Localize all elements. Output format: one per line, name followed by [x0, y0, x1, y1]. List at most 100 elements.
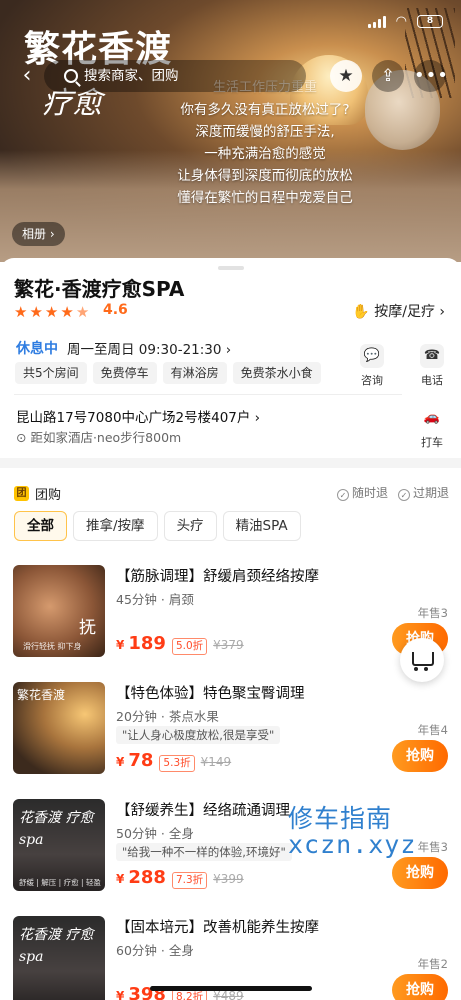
facility-tag: 共5个房间 — [15, 362, 87, 384]
battery-icon: 8 — [417, 15, 443, 28]
signal-icon — [367, 15, 386, 28]
deal-item[interactable]: 抚 滑行轻抚 抑下身 【筋脉调理】舒缓肩颈经络按摩 45分钟 · 肩颈 ¥189… — [0, 565, 461, 683]
review-quote: "给我一种不一样的体验,环境好" — [116, 843, 292, 861]
phone-icon: ☎ — [420, 344, 444, 368]
check-circle-icon: ✓ — [397, 489, 410, 501]
deal-price: 78 — [128, 750, 154, 771]
deal-price: 189 — [128, 633, 166, 654]
category-label: 按摩/足疗 › — [374, 304, 445, 320]
star-icon: ★ — [44, 303, 59, 321]
deal-price: 288 — [128, 867, 166, 888]
shop-title: 繁花·香渡疗愈SPA — [14, 277, 185, 301]
poem-line: 让身体得到深度而彻底的放松 — [177, 168, 353, 184]
currency-symbol: ¥ — [116, 872, 125, 886]
distance-text: 距如家酒店·neo步行800m — [30, 430, 182, 445]
call-button[interactable]: ☎ 电话 — [412, 344, 452, 388]
refund-policies: ✓ 随时退 ✓ 过期退 — [336, 484, 449, 501]
chat-icon: 💬 — [360, 344, 384, 368]
deal-item[interactable]: 繁花香渡 【特色体验】特色聚宝臀调理 20分钟 · 茶点水果 "让人身心极度放松… — [0, 682, 461, 800]
consult-button[interactable]: 💬 咨询 — [352, 344, 392, 388]
rating-score: 4.6 — [103, 302, 128, 318]
deal-title: 【固本培元】改善机能养生按摩 — [116, 920, 319, 936]
discount-badge: 5.0折 — [171, 638, 208, 655]
consult-label: 咨询 — [361, 374, 383, 387]
star-icon: ★ — [75, 303, 90, 321]
hero-banner[interactable]: 繁花香渡 疗愈 生活工作压力重重 你有多久没有真正放松过了? 深度而缓慢的舒压手… — [0, 0, 461, 262]
annual-sales: 年售3 — [417, 840, 448, 854]
drag-handle[interactable] — [218, 266, 244, 270]
facility-tag: 有淋浴房 — [162, 362, 227, 384]
more-icon: ••• — [414, 65, 449, 86]
category-link[interactable]: ✋ 按摩/足疗 › — [352, 301, 445, 321]
favorite-button[interactable]: ★ — [330, 60, 362, 92]
deal-thumbnail: 花香渡 疗愈spa 舒缓 | 解压 | 疗愈 | 轻盈 — [13, 799, 105, 891]
annual-sales: 年售2 — [417, 957, 448, 971]
star-icon: ★ — [338, 66, 354, 86]
thumb-caption: 舒缓 | 解压 | 疗愈 | 轻盈 — [19, 878, 101, 887]
back-button[interactable]: ‹ — [12, 62, 42, 92]
taxi-button[interactable]: 🚗 打车 — [412, 406, 452, 450]
poem-line: 懂得在繁忙的日程中宠爱自己 — [177, 190, 353, 206]
policy-label: 随时退 — [351, 486, 388, 500]
policy-anytime-refund: ✓ 随时退 — [336, 484, 388, 501]
poem-line: 深度而缓慢的舒压手法, — [195, 124, 335, 140]
thumb-text: 抚 — [79, 618, 96, 638]
currency-symbol: ¥ — [116, 755, 125, 769]
buy-button[interactable]: 抢购 — [392, 974, 448, 1000]
policy-expiry-refund: ✓ 过期退 — [397, 484, 449, 501]
status-bar: ◠ 8 — [367, 14, 443, 29]
filter-tab-oil-spa[interactable]: 精油SPA — [222, 511, 301, 541]
hero-poem: 生活工作压力重重 你有多久没有真正放松过了? 深度而缓慢的舒压手法, 一种充满治… — [100, 77, 430, 209]
deal-title: 【筋脉调理】舒缓肩颈经络按摩 — [116, 569, 319, 585]
group-buy-badge-icon: 团 — [14, 486, 29, 501]
watermark-line: 修车指南 — [288, 804, 393, 833]
group-buy-title: 团购 — [35, 488, 62, 503]
cart-button[interactable] — [400, 638, 444, 682]
thumb-caption: 滑行轻抚 抑下身 — [23, 642, 82, 651]
watermark-line: xczn.xyz — [288, 830, 417, 859]
deal-thumbnail: 抚 滑行轻抚 抑下身 — [13, 565, 105, 657]
call-label: 电话 — [421, 374, 443, 387]
review-quote: "让人身心极度放松,很是享受" — [116, 726, 281, 744]
divider — [14, 394, 402, 395]
deal-title: 【特色体验】特色聚宝臀调理 — [116, 686, 305, 702]
original-price: ¥149 — [200, 755, 232, 769]
open-status: 休息中 — [16, 341, 58, 357]
search-icon — [64, 69, 78, 83]
filter-tab-head-therapy[interactable]: 头疗 — [163, 511, 217, 541]
currency-symbol: ¥ — [116, 638, 125, 652]
star-icon: ★ — [29, 303, 43, 321]
policy-label: 过期退 — [412, 486, 449, 500]
deal-thumbnail: 花香渡 疗愈spa — [13, 916, 105, 1000]
discount-badge: 7.3折 — [171, 872, 208, 889]
facility-tag: 免费茶水小食 — [232, 362, 321, 384]
group-buy-header: 团 团购 — [14, 484, 61, 503]
price-row: ¥78 5.3折 ¥149 — [116, 750, 231, 772]
check-circle-icon: ✓ — [336, 489, 349, 501]
discount-badge: 5.3折 — [159, 755, 195, 772]
section-gap — [0, 458, 461, 468]
filter-tab-massage[interactable]: 推拿/按摩 — [73, 511, 158, 541]
shop-address[interactable]: 昆山路17号7080中心广场2号楼407户 › — [16, 406, 260, 426]
facility-tags: 共5个房间 免费停车 有淋浴房 免费茶水小食 — [15, 362, 321, 384]
more-button[interactable]: ••• — [414, 60, 449, 92]
business-hours[interactable]: 周一至周日 09:30-21:30 › — [67, 338, 231, 358]
poem-line: 一种充满治愈的感觉 — [204, 146, 326, 162]
thumb-text: 繁花香渡 — [17, 688, 66, 702]
search-placeholder: 搜索商家、团购 — [84, 68, 179, 84]
deal-filter-tabs: 全部 推拿/按摩 头疗 精油SPA — [14, 511, 301, 541]
buy-button[interactable]: 抢购 — [392, 740, 448, 772]
annual-sales: 年售4 — [417, 723, 448, 737]
home-indicator[interactable] — [150, 986, 312, 991]
location-pin-icon: ⊙ — [16, 430, 31, 445]
share-button[interactable]: ⇪ — [372, 60, 404, 92]
deal-subtitle: 60分钟 · 全身 — [116, 943, 194, 958]
original-price: ¥379 — [213, 638, 244, 652]
album-button[interactable]: 相册 › — [12, 222, 65, 246]
rating-stars: ★ ★ ★ ★ ★ — [14, 303, 89, 321]
buy-button[interactable]: 抢购 — [392, 857, 448, 889]
star-icon: ★ — [60, 303, 74, 321]
filter-tab-all[interactable]: 全部 — [14, 511, 67, 541]
search-input[interactable]: 搜索商家、团购 — [44, 60, 306, 92]
watermark: 修车指南 xczn.xyz — [288, 806, 416, 858]
